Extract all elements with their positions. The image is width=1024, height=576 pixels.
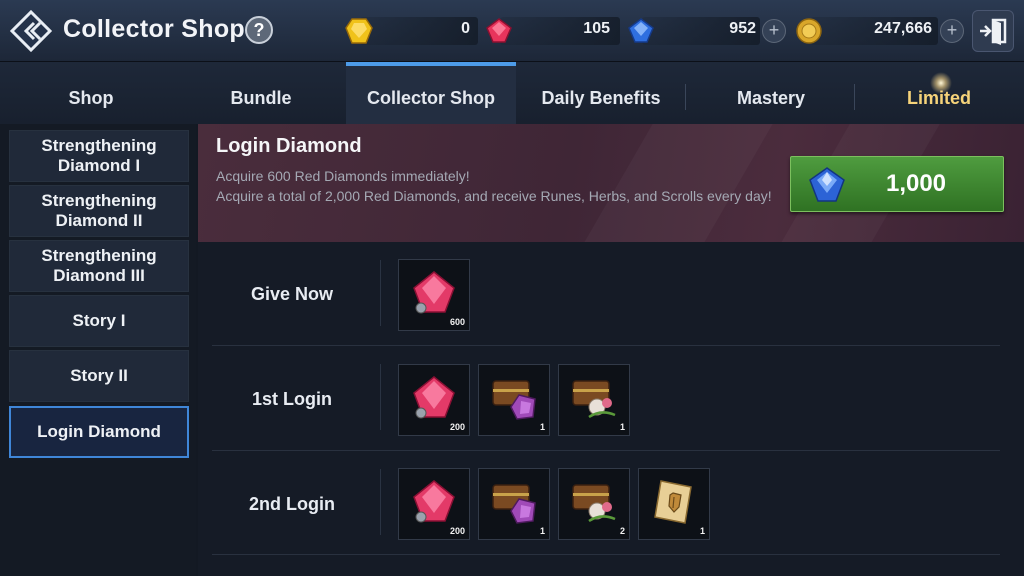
package-banner: Login Diamond Acquire 600 Red Diamonds i…	[198, 124, 1024, 242]
red-diamond-icon	[413, 271, 455, 314]
row-divider	[380, 260, 381, 326]
sidebar-item-strengthening-diamond-2[interactable]: Strengthening Diamond II	[9, 185, 189, 237]
tab-bar: Shop Bundle Collector Shop Daily Benefit…	[0, 62, 1024, 124]
blue-diamond-count: 952	[729, 20, 756, 37]
reward-list: Give Now 600 1st Login 200 1 1 2nd Login…	[198, 242, 1024, 576]
gold-coin-count: 247,666	[874, 20, 932, 37]
page-title: Collector Shop	[63, 15, 245, 43]
package-description-line: Acquire 600 Red Diamonds immediately!	[216, 168, 470, 184]
sidebar-item-label: Story I	[72, 311, 126, 330]
tab-collector-shop[interactable]: Collector Shop	[346, 62, 516, 124]
reward-quantity: 2	[619, 526, 625, 536]
reward-item-rune-chest[interactable]: 1	[478, 468, 550, 540]
reward-row-label: Give Now	[250, 284, 334, 304]
reward-quantity: 1	[699, 526, 705, 536]
help-button[interactable]: ?	[245, 16, 273, 44]
row-divider	[212, 345, 1000, 346]
reward-quantity: 200	[449, 526, 465, 536]
exit-button[interactable]	[972, 10, 1014, 52]
reward-quantity: 600	[449, 317, 465, 327]
reward-item-herb-chest[interactable]: 1	[558, 364, 630, 436]
sparkle-icon	[930, 72, 952, 94]
package-description-line: Acquire a total of 2,000 Red Diamonds, a…	[216, 188, 772, 204]
row-divider	[212, 450, 1000, 451]
tab-divider	[854, 84, 855, 110]
red-diamond-icon	[486, 18, 512, 43]
reward-quantity: 1	[539, 422, 545, 432]
reward-quantity: 1	[539, 526, 545, 536]
reward-quantity: 1	[619, 422, 625, 432]
rune-chest-icon	[492, 484, 536, 524]
sidebar-item-label: Story II	[70, 366, 128, 385]
red-diamond-count: 105	[583, 20, 610, 37]
reward-item-red-diamond[interactable]: 200	[398, 468, 470, 540]
gold-coin-icon	[796, 18, 822, 44]
red-diamond-icon	[413, 480, 455, 523]
red-diamond-icon	[413, 376, 455, 419]
tab-shop[interactable]: Shop	[6, 62, 176, 124]
blue-diamond-icon	[628, 18, 654, 43]
sidebar-item-story-2[interactable]: Story II	[9, 350, 189, 402]
sidebar: Strengthening Diamond I Strengthening Di…	[0, 124, 196, 576]
add-blue-diamond-button[interactable]: +	[762, 19, 786, 43]
sidebar-item-label: Strengthening Diamond II	[41, 191, 157, 230]
reward-quantity: 200	[449, 422, 465, 432]
back-arrow-icon	[9, 9, 53, 53]
sidebar-item-story-1[interactable]: Story I	[9, 295, 189, 347]
purchase-price: 1,000	[885, 170, 947, 197]
reward-item-rune-chest[interactable]: 1	[478, 364, 550, 436]
exit-door-icon	[980, 18, 1007, 45]
herb-chest-icon	[572, 484, 616, 523]
package-title: Login Diamond	[216, 135, 362, 157]
sidebar-item-label: Strengthening Diamond I	[41, 136, 157, 175]
purchase-button[interactable]: 1,000	[790, 156, 1004, 212]
sidebar-item-label: Strengthening Diamond III	[41, 246, 157, 285]
reward-item-herb-chest[interactable]: 2	[558, 468, 630, 540]
sidebar-item-label: Login Diamond	[37, 422, 161, 441]
reward-row-label: 2nd Login	[249, 494, 335, 514]
sidebar-item-strengthening-diamond-1[interactable]: Strengthening Diamond I	[9, 130, 189, 182]
row-divider	[380, 469, 381, 535]
tab-daily-benefits[interactable]: Daily Benefits	[516, 62, 686, 124]
row-divider	[380, 364, 381, 430]
tab-mastery[interactable]: Mastery	[686, 62, 856, 124]
top-bar: Collector Shop ? 0 105 952 + 247,666 +	[0, 0, 1024, 62]
add-gold-coin-button[interactable]: +	[940, 19, 964, 43]
sidebar-item-strengthening-diamond-3[interactable]: Strengthening Diamond III	[9, 240, 189, 292]
reward-row-label: 1st Login	[252, 389, 332, 409]
back-button[interactable]	[9, 9, 53, 53]
reward-item-red-diamond[interactable]: 600	[398, 259, 470, 331]
tab-divider	[685, 84, 686, 110]
row-divider	[212, 554, 1000, 555]
gold-gem-count: 0	[461, 20, 470, 37]
collector-shop-screen: Collector Shop ? 0 105 952 + 247,666 + S…	[0, 0, 1024, 576]
blue-diamond-icon	[809, 167, 845, 202]
sidebar-item-login-diamond[interactable]: Login Diamond	[9, 406, 189, 458]
tab-bundle[interactable]: Bundle	[176, 62, 346, 124]
herb-chest-icon	[572, 380, 616, 419]
rune-chest-icon	[492, 380, 536, 420]
reward-item-red-diamond[interactable]: 200	[398, 364, 470, 436]
gold-gem-icon	[345, 18, 373, 44]
package-description: Acquire 600 Red Diamonds immediately! Ac…	[216, 166, 786, 206]
scroll-icon	[654, 480, 692, 524]
reward-item-scroll[interactable]: 1	[638, 468, 710, 540]
